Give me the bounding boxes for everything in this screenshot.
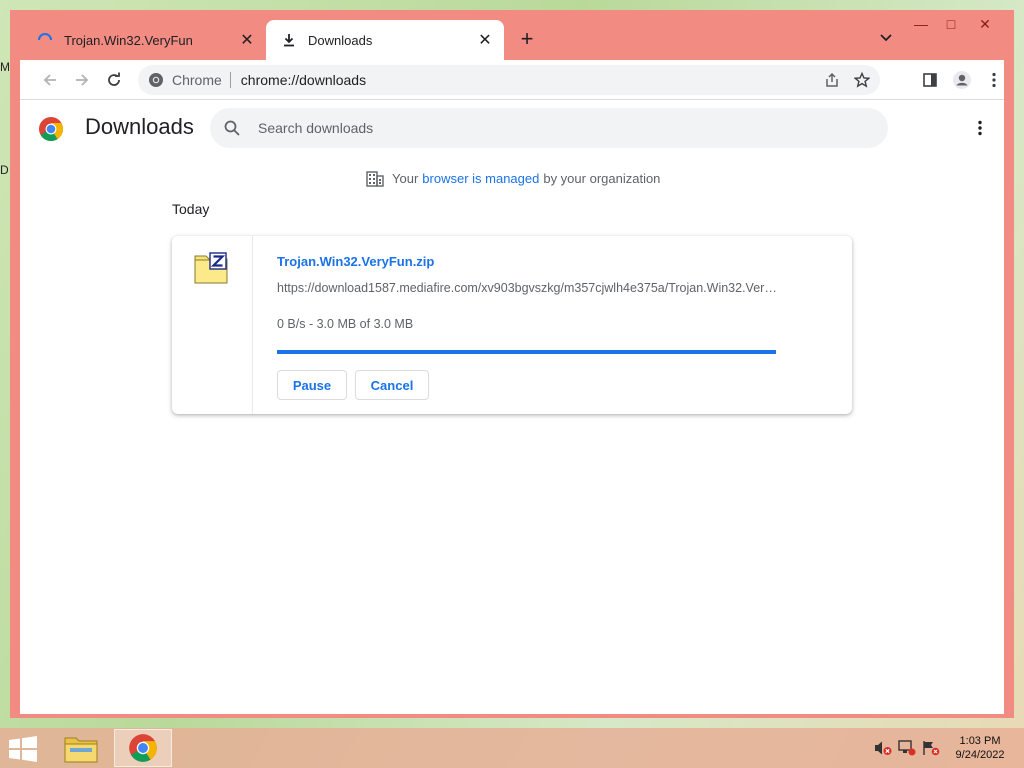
forward-arrow-icon[interactable] <box>70 68 94 92</box>
managed-link[interactable]: browser is managed <box>422 171 539 186</box>
date-section-header: Today <box>172 201 210 217</box>
taskbar-chrome-button[interactable] <box>114 729 172 767</box>
downloads-page: Downloads Your browser is managed <box>20 100 1004 714</box>
system-clock[interactable]: 1:03 PM 9/24/2022 <box>950 734 1010 762</box>
file-source-url[interactable]: https://download1587.mediafire.com/xv903… <box>277 281 777 295</box>
progress-fill <box>277 350 776 354</box>
new-tab-button[interactable]: + <box>514 26 540 52</box>
building-icon <box>366 171 384 187</box>
maximize-button[interactable]: □ <box>936 12 966 36</box>
tab-close-icon[interactable]: ✕ <box>238 31 256 49</box>
bookmark-star-icon[interactable] <box>850 68 874 92</box>
file-explorer-icon[interactable] <box>62 732 100 764</box>
close-window-button[interactable]: ✕ <box>970 12 1000 36</box>
share-icon[interactable] <box>820 68 844 92</box>
loading-spinner-icon <box>36 31 54 49</box>
file-name-link[interactable]: Trojan.Win32.VeryFun.zip <box>277 254 434 269</box>
profile-avatar-icon[interactable] <box>950 68 974 92</box>
toolbar: Chrome chrome://downloads <box>20 60 1004 100</box>
tab-title: Downloads <box>308 32 373 48</box>
download-icon <box>280 31 298 49</box>
pause-button[interactable]: Pause <box>277 370 347 400</box>
reload-icon[interactable] <box>102 68 126 92</box>
download-progress-bar <box>277 350 776 354</box>
managed-notice: Your browser is managed by your organiza… <box>366 168 660 188</box>
minimize-button[interactable]: — <box>906 12 936 36</box>
managed-prefix: Your <box>392 170 419 186</box>
network-icon[interactable] <box>898 740 916 756</box>
cancel-button[interactable]: Cancel <box>355 370 429 400</box>
chrome-menu-icon[interactable] <box>982 68 1006 92</box>
tab-search-chevron-icon[interactable] <box>874 26 898 50</box>
tab-close-icon[interactable]: ✕ <box>476 31 494 49</box>
desktop-label: D <box>0 163 9 177</box>
chrome-window: Trojan.Win32.VeryFun ✕ Downloads ✕ + — □… <box>10 10 1014 718</box>
chrome-taskbar-icon <box>129 734 157 762</box>
side-panel-icon[interactable] <box>918 68 942 92</box>
clock-time: 1:03 PM <box>959 735 1001 747</box>
omnibox-divider <box>229 72 231 88</box>
download-status: 0 B/s - 3.0 MB of 3.0 MB <box>277 317 414 331</box>
zip-file-icon <box>194 252 228 284</box>
page-title: Downloads <box>85 114 194 139</box>
search-downloads[interactable] <box>210 108 888 148</box>
back-arrow-icon[interactable] <box>38 68 62 92</box>
volume-muted-icon[interactable] <box>874 740 892 756</box>
action-center-flag-icon[interactable] <box>922 740 940 756</box>
clock-date: 9/24/2022 <box>955 749 1005 761</box>
page-header: Downloads <box>20 100 1004 156</box>
search-icon <box>222 118 242 138</box>
managed-suffix: by your organization <box>543 170 661 186</box>
omnibox-url[interactable]: chrome://downloads <box>241 72 820 88</box>
tab-title: Trojan.Win32.VeryFun <box>64 32 193 48</box>
desktop-label: M <box>0 60 10 74</box>
windows-start-icon[interactable] <box>8 736 38 762</box>
tab-strip: Trojan.Win32.VeryFun ✕ Downloads ✕ + — □… <box>10 10 1014 60</box>
more-actions-icon[interactable] <box>968 116 992 140</box>
taskbar: 1:03 PM 9/24/2022 <box>0 728 1024 768</box>
omnibox-site-label: Chrome <box>172 72 222 88</box>
tab-trojan[interactable]: Trojan.Win32.VeryFun ✕ <box>22 20 266 60</box>
chrome-logo-icon <box>39 117 64 142</box>
download-item: Trojan.Win32.VeryFun.zip https://downloa… <box>172 236 852 414</box>
address-bar[interactable]: Chrome chrome://downloads <box>138 65 880 95</box>
file-icon-column <box>172 236 253 414</box>
search-input[interactable] <box>256 119 888 137</box>
tab-downloads[interactable]: Downloads ✕ <box>266 20 504 60</box>
chrome-site-icon <box>148 72 164 88</box>
